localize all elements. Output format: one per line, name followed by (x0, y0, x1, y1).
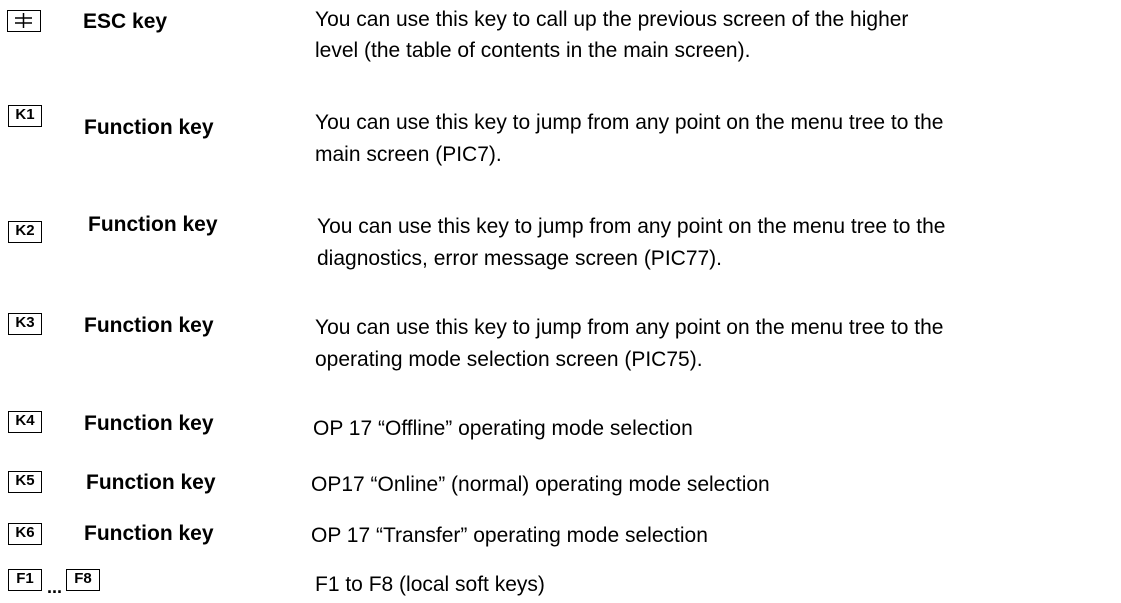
key-name: Function key (88, 213, 218, 236)
key-description-line-1: You can use this key to jump from any po… (317, 215, 946, 238)
key-name: ESC key (83, 10, 168, 33)
key-name: Function key (84, 522, 214, 545)
range-ellipsis: ... (47, 577, 63, 597)
key-name: Function key (86, 471, 216, 494)
key-description-line-1: OP 17 “Transfer” operating mode selectio… (311, 524, 708, 547)
key-description-line-1: OP 17 “Offline” operating mode selection (313, 417, 693, 440)
page: { "rows": [ { "key_label": "", "key_icon… (0, 0, 1121, 603)
key-description-line-1: You can use this key to jump from any po… (315, 111, 944, 134)
key-description-line-1: You can use this key to call up the prev… (315, 8, 909, 31)
key-name: Function key (84, 314, 214, 337)
key-description-line-1: OP17 “Online” (normal) operating mode se… (311, 473, 770, 496)
key-description-line-2: level (the table of contents in the main… (315, 39, 751, 62)
key-name: Function key (84, 116, 214, 139)
f1-key-icon: F1 (8, 569, 42, 591)
k2-key-icon: K2 (8, 221, 42, 243)
k4-key-icon: K4 (8, 411, 42, 433)
k3-key-icon: K3 (8, 313, 42, 335)
key-description-line-1: You can use this key to jump from any po… (315, 316, 944, 339)
f8-key-icon: F8 (66, 569, 100, 591)
key-description-line-2: operating mode selection screen (PIC75). (315, 348, 703, 371)
k6-key-icon: K6 (8, 523, 42, 545)
key-description-line-2: diagnostics, error message screen (PIC77… (317, 247, 722, 270)
k1-key-icon: K1 (8, 105, 42, 127)
k5-key-icon: K5 (8, 471, 42, 493)
key-description-line-1: F1 to F8 (local soft keys) (315, 573, 545, 596)
key-name: Function key (84, 412, 214, 435)
escape-key-icon (7, 10, 41, 32)
key-description-line-2: main screen (PIC7). (315, 143, 502, 166)
